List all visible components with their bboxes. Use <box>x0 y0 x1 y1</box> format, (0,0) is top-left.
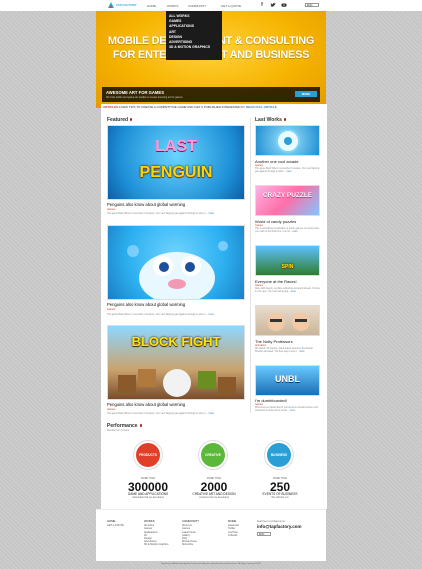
last-work-excerpt-1: The game Back When I remember it became.… <box>255 168 320 173</box>
featured-heading: Featured <box>107 117 133 123</box>
featured-image-2[interactable] <box>107 225 245 300</box>
brand-name[interactable]: TAP FACTORY <box>116 3 137 7</box>
post-category-1[interactable]: Games <box>107 208 115 211</box>
last-work-category-3[interactable]: Games <box>255 284 263 287</box>
menu-item-3d-motion-graphics[interactable]: 3D & MOTION GRAPHICS <box>169 45 219 50</box>
footer-col-community: COMMUNITY About us Games Latest News Gal… <box>182 519 199 547</box>
last-work-category-5[interactable]: Games <box>255 403 263 406</box>
professors-illustration <box>267 313 310 331</box>
last-work-excerpt-2: This is something remarkable on puzzle g… <box>255 228 320 233</box>
footer-link-works[interactable]: WORKS <box>144 519 168 523</box>
last-work-image-4[interactable] <box>255 305 320 336</box>
footer-link-subscribe[interactable]: Subscribe <box>182 543 199 546</box>
last-works-heading: Last Works <box>255 117 286 123</box>
artwork-logo-crazy-puzzle: CRAZY PUZZLE <box>262 192 313 199</box>
artwork-logo-spin: SPIN <box>281 264 294 270</box>
last-work-excerpt-4: 3D sketch, 2D cartoon, hand-drawn series… <box>255 348 313 353</box>
footer-copyright: Tapfactory. Mobile development and consu… <box>160 563 262 565</box>
last-work-more-3[interactable]: more <box>291 291 296 293</box>
footer-link-more[interactable]: MORE <box>228 519 239 523</box>
youtube-icon[interactable] <box>281 2 287 8</box>
hero-caption-text: We help artists and game-art studios to … <box>106 96 183 99</box>
ticker-label: ARTICLES <box>103 105 118 109</box>
last-work-more-2[interactable]: more <box>292 231 297 233</box>
performance-subtitle: Results from 5 Years <box>107 429 130 432</box>
arcade-illustration <box>276 129 300 153</box>
last-work-more-5[interactable]: more <box>290 410 295 412</box>
creative-badge: CREATIVE <box>198 440 228 470</box>
read-more-link-1[interactable]: more <box>209 212 214 215</box>
logo-icon[interactable] <box>107 1 115 9</box>
nav-home[interactable]: HOME <box>147 4 156 8</box>
post-category-3[interactable]: Games <box>107 408 115 411</box>
creative-badge-label: CREATIVE <box>201 443 225 467</box>
blocks-illustration <box>118 369 236 397</box>
last-work-category-4[interactable]: Animation <box>255 344 266 347</box>
nav-get-a-quote[interactable]: GET A QUOTE <box>221 4 241 8</box>
footer-link-home[interactable]: HOME <box>107 519 124 523</box>
footer-email-link[interactable]: info@tapfactory.com <box>257 524 302 529</box>
footer-contact-label: Feel free to contact us at <box>257 520 285 523</box>
last-work-image-5[interactable]: UNBL <box>255 365 320 396</box>
last-work-more-1[interactable]: more <box>286 171 291 173</box>
featured-image-3[interactable]: BLOCK FIGHT <box>107 325 245 400</box>
hero-more-button[interactable]: MORE <box>295 91 317 97</box>
business-badge: BUSINESS <box>264 440 294 470</box>
footer-link-get-a-quote[interactable]: GET A QUOTE <box>107 524 124 527</box>
post-excerpt-3: The game Back When I remember it became.… <box>107 412 214 415</box>
post-excerpt-2: The game Back When I remember it became.… <box>107 313 214 316</box>
top-navigation-bar: TAP FACTORY HOME WORKS COMMUNITY GET A Q… <box>0 0 422 11</box>
twitter-icon[interactable] <box>270 2 276 8</box>
news-ticker: ARTICLES A FEW TIPS TO CREATE A COMPETIT… <box>103 105 323 109</box>
nav-works[interactable]: WORKS <box>167 4 178 8</box>
footer-language-select[interactable]: ENG <box>257 532 271 536</box>
last-work-more-4[interactable]: more <box>299 351 304 353</box>
footer-link-community[interactable]: COMMUNITY <box>182 519 199 523</box>
footer-col-home: HOME GET A QUOTE <box>107 519 124 527</box>
creature-illustration <box>127 241 228 299</box>
nav-community[interactable]: COMMUNITY <box>188 4 207 8</box>
stat-desc-2: creations that we developed <box>199 496 229 499</box>
stat-desc-3: We will help you <box>271 496 289 499</box>
language-select[interactable]: ENG <box>305 3 319 7</box>
products-badge: PRODUCTS <box>133 440 163 470</box>
stat-desc-1: downloads that we developed <box>132 496 164 499</box>
post-title-1[interactable]: Penguins also know about global warming <box>107 202 185 207</box>
post-title-3[interactable]: Penguins also know about global warming <box>107 402 185 407</box>
last-work-excerpt-3: Race with friends, combine collecting an… <box>255 288 320 293</box>
artwork-logo-block-fight: BLOCK FIGHT <box>131 334 221 349</box>
footer-link-3d-motion[interactable]: 3D & Motion Graphics <box>144 543 168 546</box>
ticker-text: A FEW TIPS TO CREATE A COMPETITIVE GAME … <box>118 105 246 109</box>
featured-image-1[interactable]: LAST PENGUIN <box>107 125 245 200</box>
read-more-link-3[interactable]: more <box>209 412 214 415</box>
read-more-link-2[interactable]: more <box>209 313 214 316</box>
artwork-logo-last: LAST <box>155 138 197 155</box>
works-dropdown-menu: ALL WORKS GAMES APPLICATIONS ART DESIGN … <box>166 11 222 60</box>
hero-caption-bar: AWESOME ART FOR GAMES We help artists an… <box>102 87 320 102</box>
footer: HOME GET A QUOTE WORKS All works Games A… <box>96 509 326 561</box>
last-work-excerpt-5: Who knew our latest title for puzzle lov… <box>255 407 319 412</box>
post-title-2[interactable]: Penguins also know about global warming <box>107 302 185 307</box>
artwork-logo-unbl: UNBL <box>275 374 300 384</box>
business-badge-label: BUSINESS <box>267 443 291 467</box>
ticker-read-link[interactable]: READ FULL ARTICLE <box>246 105 277 109</box>
last-work-image-3[interactable]: SPIN <box>255 245 320 276</box>
footer-col-more: MORE Facebook Twitter YouTube Linkedin <box>228 519 239 537</box>
post-category-2[interactable]: Games <box>107 308 115 311</box>
footer-col-works: WORKS All works Games Applications Art D… <box>144 519 168 547</box>
post-excerpt-1: The game Back When I remember it became.… <box>107 212 214 215</box>
column-divider <box>250 118 251 413</box>
facebook-icon[interactable]: f <box>259 2 265 8</box>
last-work-image-1[interactable] <box>255 125 320 156</box>
last-work-image-2[interactable]: CRAZY PUZZLE <box>255 185 320 216</box>
hero-caption-title: AWESOME ART FOR GAMES <box>106 89 165 95</box>
last-work-category-1[interactable]: Games <box>255 164 263 167</box>
artwork-logo-penguin: PENGUIN <box>139 164 213 181</box>
footer-link-linkedin[interactable]: Linkedin <box>228 534 239 537</box>
last-work-category-2[interactable]: Games <box>255 224 263 227</box>
products-badge-label: PRODUCTS <box>136 443 160 467</box>
